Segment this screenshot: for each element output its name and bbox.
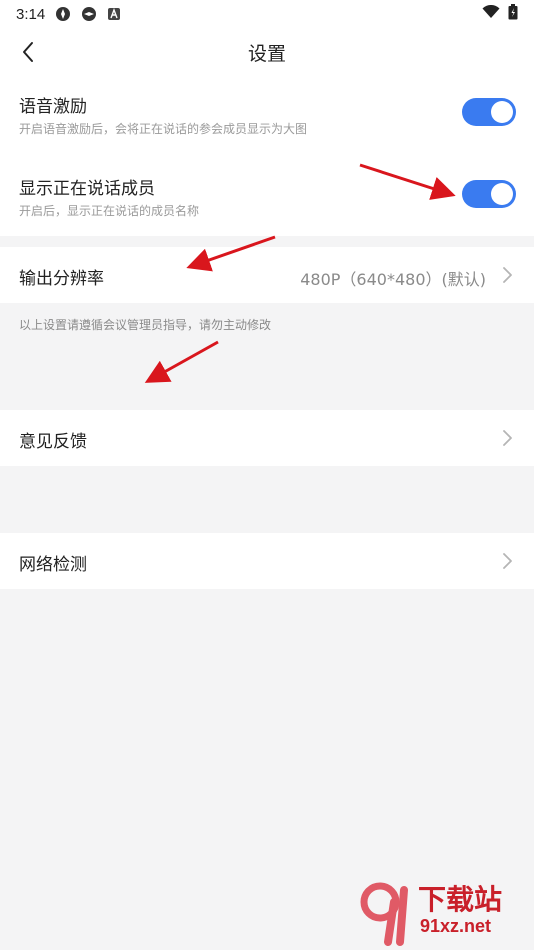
show-speaker-row: 显示正在说话成员 开启后，显示正在说话的成员名称 xyxy=(0,158,534,240)
back-button[interactable] xyxy=(14,38,42,66)
settings-hint: 以上设置请遵循会议管理员指导，请勿主动修改 xyxy=(19,318,272,332)
nav-bar: 设置 xyxy=(0,28,534,76)
feedback-row[interactable]: 意见反馈 xyxy=(0,410,534,466)
toggle-section: 语音激励 开启语音激励后，会将正在说话的参会成员显示为大图 显示正在说话成员 开… xyxy=(0,76,534,236)
resolution-value: 480P（640*480）(默认) xyxy=(300,270,486,289)
arrow-to-feedback xyxy=(144,340,219,383)
app-a-icon xyxy=(107,7,121,21)
watermark-logo: 下载站 91xz.net xyxy=(360,878,530,948)
logo-91-mark xyxy=(360,882,408,946)
voice-excite-title: 语音激励 xyxy=(19,97,87,117)
show-speaker-toggle[interactable] xyxy=(462,180,516,208)
chevron-right-icon xyxy=(503,267,512,283)
network-label: 网络检测 xyxy=(19,555,87,575)
toggle-knob xyxy=(491,183,513,205)
toggle-knob xyxy=(491,101,513,123)
show-speaker-desc: 开启后，显示正在说话的成员名称 xyxy=(19,204,200,218)
status-bar: 3:14 xyxy=(0,0,534,28)
voice-excite-toggle[interactable] xyxy=(462,98,516,126)
feedback-label: 意见反馈 xyxy=(19,432,87,452)
watermark-url: 91xz.net xyxy=(420,916,492,936)
battery-icon xyxy=(508,4,518,24)
status-time: 3:14 xyxy=(16,5,46,23)
watermark-title: 下载站 xyxy=(418,883,503,916)
chevron-left-icon xyxy=(23,42,33,62)
wifi-icon xyxy=(482,4,500,23)
voice-excite-row: 语音激励 开启语音激励后，会将正在说话的参会成员显示为大图 xyxy=(0,76,534,158)
app-notification-icon xyxy=(55,6,71,22)
resolution-row[interactable]: 输出分辨率 480P（640*480）(默认) xyxy=(0,247,534,303)
app-notification-icon xyxy=(81,6,97,22)
chevron-right-icon xyxy=(503,430,512,446)
resolution-label: 输出分辨率 xyxy=(19,269,104,289)
chevron-right-icon xyxy=(503,553,512,569)
network-row[interactable]: 网络检测 xyxy=(0,533,534,589)
page-title: 设置 xyxy=(247,42,286,65)
voice-excite-desc: 开启语音激励后，会将正在说话的参会成员显示为大图 xyxy=(19,122,308,136)
show-speaker-title: 显示正在说话成员 xyxy=(19,179,155,199)
